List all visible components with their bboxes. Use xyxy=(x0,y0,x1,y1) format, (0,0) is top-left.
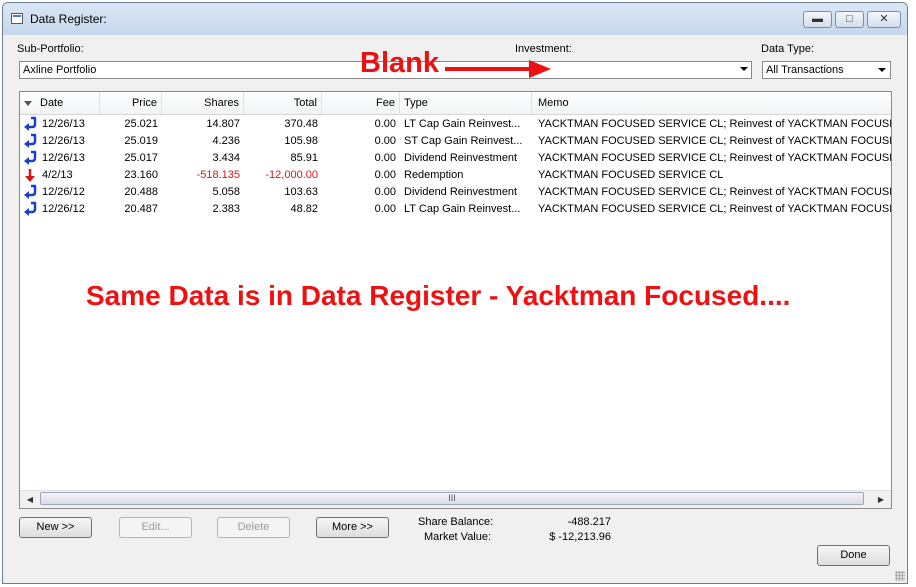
column-header-shares[interactable]: Shares xyxy=(162,92,244,114)
reinvest-arrow-icon xyxy=(23,201,39,218)
table-row[interactable]: 12/26/12 20.488 5.058 103.63 0.00 Dividend Re… xyxy=(20,184,891,201)
annotation-note: Same Data is in Data Register - Yacktman… xyxy=(86,280,791,311)
data-type-value: All Transactions xyxy=(766,64,844,76)
cell-type: Dividend Reinvestment xyxy=(404,152,518,164)
cell-type: Dividend Reinvestment xyxy=(404,186,518,198)
cell-date: 12/26/13 xyxy=(42,135,85,147)
reinvest-arrow-icon xyxy=(23,116,39,133)
cell-type: ST Cap Gain Reinvest... xyxy=(404,135,523,147)
new-button[interactable]: New >> xyxy=(19,517,92,538)
cell-price: 25.017 xyxy=(124,152,158,164)
cell-total: -12,000.00 xyxy=(265,169,318,181)
annotation-blank: Blank xyxy=(360,47,439,79)
reinvest-arrow-icon xyxy=(23,184,39,201)
cell-type: LT Cap Gain Reinvest... xyxy=(404,203,521,215)
minimize-icon: ▬ xyxy=(812,13,823,25)
cell-total: 370.48 xyxy=(284,118,318,130)
cell-date: 4/2/13 xyxy=(42,169,73,181)
scroll-right-icon[interactable]: ▶ xyxy=(873,491,889,508)
data-type-combo[interactable]: All Transactions xyxy=(762,61,891,79)
horizontal-scrollbar[interactable]: ◀ III ▶ xyxy=(20,490,891,508)
delete-button[interactable]: Delete xyxy=(217,517,290,538)
share-balance-label: Share Balance: xyxy=(418,516,494,528)
cell-date: 12/26/12 xyxy=(42,203,85,215)
close-icon: ✕ xyxy=(879,13,889,25)
cell-date: 12/26/13 xyxy=(42,118,85,130)
cell-fee: 0.00 xyxy=(374,135,396,147)
annotation-arrow-icon xyxy=(445,60,551,78)
scroll-thumb[interactable]: III xyxy=(40,492,864,505)
cell-total: 85.91 xyxy=(290,152,318,164)
cell-shares: 3.434 xyxy=(212,152,240,164)
cell-date: 12/26/13 xyxy=(42,152,85,164)
cell-total: 105.98 xyxy=(284,135,318,147)
cell-memo: YACKTMAN FOCUSED SERVICE CL xyxy=(538,169,724,181)
cell-shares: 4.236 xyxy=(212,135,240,147)
reinvest-arrow-icon xyxy=(23,133,39,150)
share-balance-value: -488.217 xyxy=(567,516,611,528)
redemption-arrow-icon xyxy=(23,167,39,184)
close-button[interactable]: ✕ xyxy=(867,11,901,28)
cell-price: 20.488 xyxy=(124,186,158,198)
column-header-memo[interactable]: Memo xyxy=(532,92,891,114)
table-row[interactable]: 4/2/13 23.160 -518.135 -12,000.00 0.00 Redemp… xyxy=(20,167,891,184)
cell-memo: YACKTMAN FOCUSED SERVICE CL; Reinvest of… xyxy=(538,203,892,215)
table-row[interactable]: 12/26/13 25.019 4.236 105.98 0.00 ST Cap Gain… xyxy=(20,133,891,150)
minimize-button[interactable]: ▬ xyxy=(803,11,832,28)
cell-memo: YACKTMAN FOCUSED SERVICE CL; Reinvest of… xyxy=(538,152,892,164)
column-header-type[interactable]: Type xyxy=(400,92,532,114)
maximize-icon: □ xyxy=(846,13,853,25)
done-button[interactable]: Done xyxy=(817,545,890,566)
cell-shares: -518.135 xyxy=(196,169,240,181)
cell-fee: 0.00 xyxy=(374,169,396,181)
grid-header: Date Price Shares Total Fee Type Memo xyxy=(20,92,891,115)
table-row[interactable]: 12/26/13 25.017 3.434 85.91 0.00 Dividend Rei… xyxy=(20,150,891,167)
cell-memo: YACKTMAN FOCUSED SERVICE CL; Reinvest of… xyxy=(538,186,892,198)
cell-fee: 0.00 xyxy=(374,152,396,164)
market-value-value: $ -12,213.96 xyxy=(549,531,611,543)
column-header-fee[interactable]: Fee xyxy=(322,92,400,114)
market-value-label: Market Value: xyxy=(424,531,492,543)
data-register-window: Data Register: ▬ □ ✕ Sub-Portfolio: Axli… xyxy=(2,2,908,584)
cell-shares: 5.058 xyxy=(212,186,240,198)
chevron-down-icon xyxy=(740,67,748,71)
table-row[interactable]: 12/26/13 25.021 14.807 370.48 0.00 LT Cap Gai… xyxy=(20,116,891,133)
cell-memo: YACKTMAN FOCUSED SERVICE CL; Reinvest of… xyxy=(538,118,892,130)
cell-price: 23.160 xyxy=(124,169,158,181)
more-button[interactable]: More >> xyxy=(316,517,389,538)
sub-portfolio-label: Sub-Portfolio: xyxy=(17,43,84,55)
resize-grip[interactable] xyxy=(895,571,905,581)
window-title: Data Register: xyxy=(30,12,107,26)
cell-total: 48.82 xyxy=(290,203,318,215)
edit-button[interactable]: Edit... xyxy=(119,517,192,538)
cell-type: Redemption xyxy=(404,169,464,181)
cell-shares: 14.807 xyxy=(206,118,240,130)
cell-fee: 0.00 xyxy=(374,118,396,130)
column-header-total[interactable]: Total xyxy=(244,92,322,114)
cell-price: 25.019 xyxy=(124,135,158,147)
investment-label: Investment: xyxy=(515,43,572,55)
data-type-label: Data Type: xyxy=(761,43,814,55)
column-header-date[interactable]: Date xyxy=(20,92,100,114)
cell-shares: 2.383 xyxy=(212,203,240,215)
cell-price: 20.487 xyxy=(124,203,158,215)
cell-total: 103.63 xyxy=(284,186,318,198)
cell-fee: 0.00 xyxy=(374,203,396,215)
sub-portfolio-value: Axline Portfolio xyxy=(23,64,97,76)
title-bar: Data Register: ▬ □ ✕ xyxy=(3,3,907,35)
reinvest-arrow-icon xyxy=(23,150,39,167)
cell-memo: YACKTMAN FOCUSED SERVICE CL; Reinvest of… xyxy=(538,135,892,147)
column-header-price[interactable]: Price xyxy=(100,92,162,114)
cell-date: 12/26/12 xyxy=(42,186,85,198)
table-row[interactable]: 12/26/12 20.487 2.383 48.82 0.00 LT Cap Gain … xyxy=(20,201,891,218)
chevron-down-icon xyxy=(878,68,886,72)
app-icon xyxy=(11,13,23,24)
cell-fee: 0.00 xyxy=(374,186,396,198)
cell-price: 25.021 xyxy=(124,118,158,130)
cell-type: LT Cap Gain Reinvest... xyxy=(404,118,521,130)
sort-arrow-icon xyxy=(24,100,32,106)
scroll-left-icon[interactable]: ◀ xyxy=(22,491,38,508)
maximize-button[interactable]: □ xyxy=(835,11,864,28)
